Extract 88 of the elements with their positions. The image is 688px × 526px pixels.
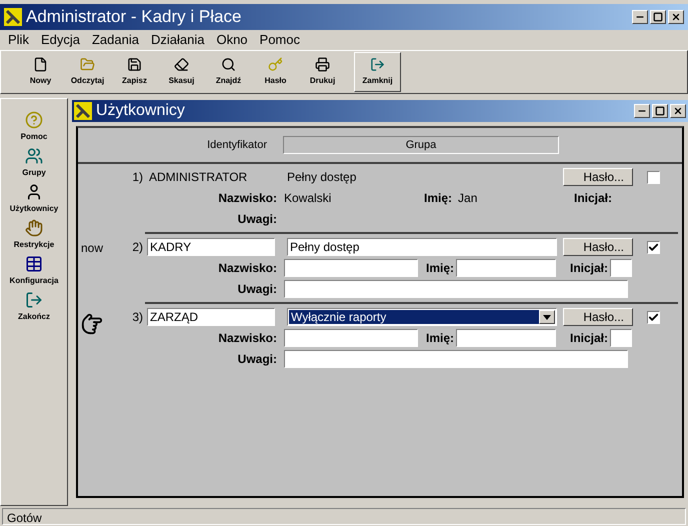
minimize-button[interactable] <box>634 104 650 118</box>
restrict-icon <box>24 219 43 237</box>
sidebar-button[interactable]: Restrykcje <box>14 219 54 251</box>
row-marker: now <box>81 240 104 257</box>
row-number: 2) <box>131 239 143 256</box>
field-label: Nazwisko: <box>217 330 277 347</box>
field-label: Imię: <box>424 260 454 277</box>
row-number: 3) <box>131 309 143 326</box>
open-icon <box>80 57 95 72</box>
menu-item[interactable]: Okno <box>216 30 248 50</box>
field-label: Imię: <box>424 330 454 347</box>
menu-item[interactable]: Zadania <box>92 30 139 50</box>
active-checkbox[interactable] <box>647 240 660 254</box>
maximize-button[interactable] <box>650 10 666 24</box>
maximize-icon <box>655 106 665 116</box>
active-checkbox[interactable] <box>647 170 660 184</box>
app-logo-icon <box>74 102 92 120</box>
column-header: Identyfikator <box>206 138 268 153</box>
toolbar-button[interactable]: Znajdź <box>205 52 252 92</box>
toolbar-button[interactable]: Drukuj <box>299 52 346 92</box>
row-number: 1) <box>131 169 143 186</box>
field-label: Imię: <box>424 190 452 207</box>
column-header: Grupa <box>283 136 559 154</box>
toolbar-button[interactable]: Zamknij <box>354 52 401 92</box>
field-label: Inicjał: <box>568 330 608 347</box>
exit-icon <box>370 57 385 72</box>
config-icon <box>25 255 43 273</box>
surname-text: Kowalski <box>284 190 332 207</box>
field-label: Nazwisko: <box>217 190 277 207</box>
sidebar-button[interactable]: Użytkownicy <box>10 183 58 215</box>
first-name-field[interactable] <box>456 259 556 277</box>
sidebar-button[interactable]: Zakończ <box>18 291 50 323</box>
toolbar-button[interactable]: Hasło <box>252 52 299 92</box>
toolbar-button[interactable]: Odczytaj <box>64 52 111 92</box>
find-icon <box>221 57 236 72</box>
sidebar-button[interactable]: Pomoc <box>20 111 48 143</box>
sidebar-button[interactable]: Grupy <box>22 147 46 179</box>
surname-field[interactable] <box>284 329 418 347</box>
erase-icon <box>174 57 189 72</box>
new-icon <box>33 57 48 72</box>
notes-field[interactable] <box>284 350 628 368</box>
close-icon <box>671 12 681 22</box>
field-label: Uwagi: <box>236 351 277 368</box>
help-icon <box>24 111 43 129</box>
notes-field[interactable] <box>284 280 628 298</box>
app-logo-icon <box>4 8 22 26</box>
child-title: Użytkownicy <box>96 101 186 121</box>
initial-field[interactable] <box>610 259 632 277</box>
group-text: Pełny dostęp <box>287 169 358 186</box>
password-button[interactable]: Hasło... <box>563 308 633 326</box>
group-dropdown[interactable]: Wyłącznie raporty <box>287 308 557 326</box>
identifier-field[interactable]: ZARZĄD <box>147 308 275 326</box>
initial-field[interactable] <box>610 329 632 347</box>
exit-icon <box>24 291 43 309</box>
menu-item[interactable]: Pomoc <box>260 30 300 50</box>
field-label: Nazwisko: <box>217 260 277 277</box>
identifier-text: ADMINISTRATOR <box>148 169 248 186</box>
active-checkbox[interactable] <box>647 310 660 324</box>
close-button[interactable] <box>670 104 686 118</box>
identifier-field[interactable]: KADRY <box>147 238 275 256</box>
field-label: Uwagi: <box>236 281 277 298</box>
save-icon <box>127 57 142 72</box>
minimize-button[interactable] <box>632 10 648 24</box>
close-icon <box>673 106 683 116</box>
sidebar-button[interactable]: Konfiguracja <box>10 255 58 287</box>
users-icon <box>25 183 43 201</box>
maximize-button[interactable] <box>652 104 668 118</box>
menu-item[interactable]: Plik <box>8 30 29 50</box>
menu-item[interactable]: Edycja <box>40 30 80 50</box>
password-button[interactable]: Hasło... <box>563 168 633 186</box>
toolbar-button[interactable]: Zapisz <box>111 52 158 92</box>
toolbar-button[interactable]: Skasuj <box>158 52 205 92</box>
field-label: Uwagi: <box>236 211 277 228</box>
window-title: Administrator - Kadry i Płace <box>26 6 242 28</box>
toolbar-button[interactable]: Nowy <box>17 52 64 92</box>
first-name-field[interactable] <box>456 329 556 347</box>
status-text: Gotów <box>2 508 686 524</box>
field-label: Inicjał: <box>568 260 608 277</box>
close-button[interactable] <box>668 10 684 24</box>
groups-icon <box>25 147 43 165</box>
first-name-text: Jan <box>458 190 478 207</box>
surname-field[interactable] <box>284 259 418 277</box>
maximize-icon <box>653 12 663 22</box>
menu-item[interactable]: Działania <box>150 30 204 50</box>
print-icon <box>315 57 330 72</box>
password-button[interactable]: Hasło... <box>563 238 633 256</box>
field-label: Inicjał: <box>572 190 612 207</box>
key-icon <box>268 57 283 72</box>
